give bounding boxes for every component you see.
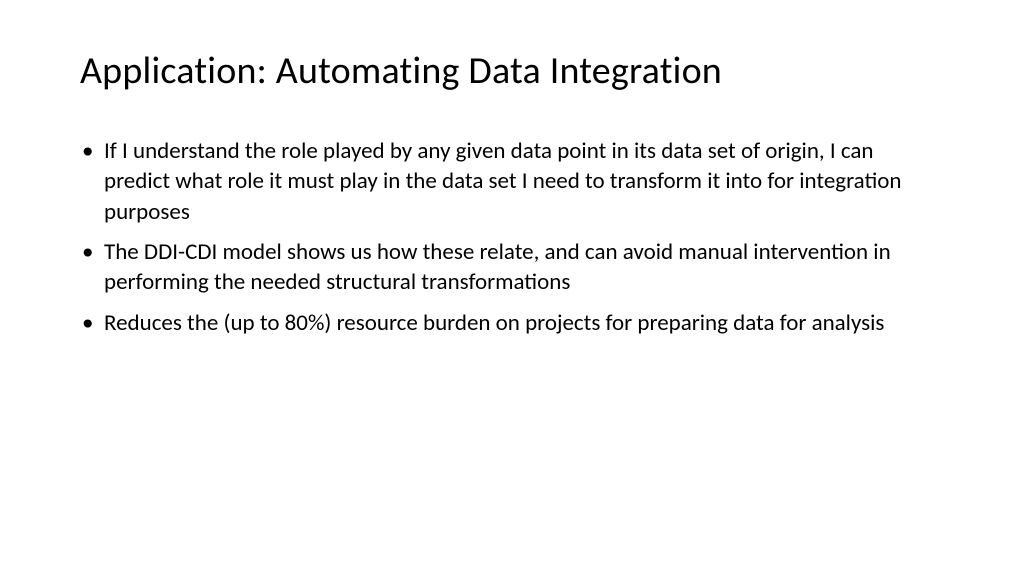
slide-title: Application: Automating Data Integration (80, 48, 944, 94)
list-item: If I understand the role played by any g… (80, 136, 944, 227)
list-item: The DDI-CDI model shows us how these rel… (80, 237, 944, 298)
list-item: Reduces the (up to 80%) resource burden … (80, 308, 944, 338)
bullet-list: If I understand the role played by any g… (80, 136, 944, 338)
